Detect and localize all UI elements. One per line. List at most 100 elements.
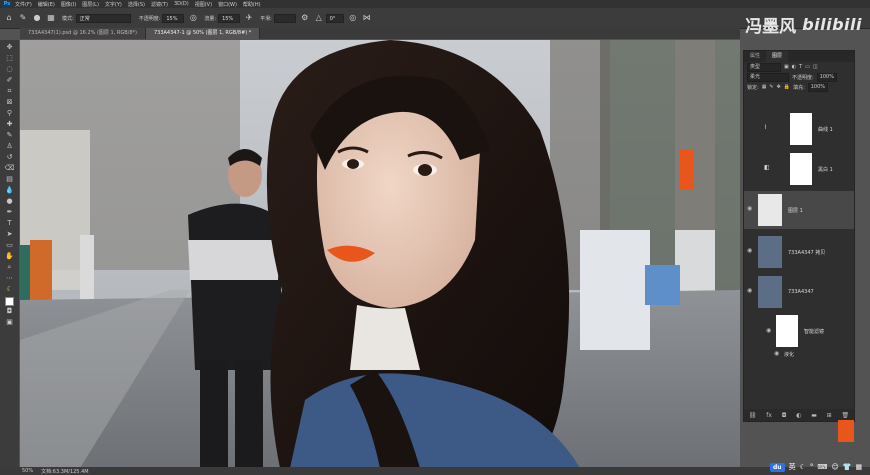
lock-all-icon[interactable]: 🔒 — [784, 84, 790, 90]
moon-icon[interactable]: ☾ — [800, 463, 806, 471]
layer-name[interactable]: 曲线 1 — [818, 126, 833, 133]
home-icon[interactable]: ⌂ — [4, 13, 14, 23]
foreground-color-swatch[interactable] — [5, 297, 14, 306]
filter-adjust-icon[interactable]: ◐ — [792, 64, 796, 70]
zoom-tool-icon[interactable]: ⌕ — [4, 262, 16, 272]
screen-mode-icon[interactable]: ▣ — [4, 317, 16, 327]
edit-toolbar-icon[interactable]: ⋯ — [4, 273, 16, 283]
mode-select[interactable]: 正常 — [75, 13, 131, 23]
frame-tool-icon[interactable]: ⊠ — [4, 97, 16, 107]
lock-pixels-icon[interactable]: ▦ — [762, 84, 767, 90]
lock-position-icon[interactable]: ✥ — [777, 84, 781, 90]
new-layer-icon[interactable]: ⊞ — [827, 412, 832, 419]
lasso-tool-icon[interactable]: ◌ — [4, 64, 16, 74]
path-select-tool-icon[interactable]: ➤ — [4, 229, 16, 239]
smoothing-settings-icon[interactable]: ⚙ — [300, 13, 310, 23]
layer-style-icon[interactable]: fx — [766, 412, 772, 419]
history-brush-tool-icon[interactable]: ↺ — [4, 152, 16, 162]
hand-tool-icon[interactable]: ✋ — [4, 251, 16, 261]
menu-window[interactable]: 窗口(W) — [218, 1, 237, 8]
new-adjustment-icon[interactable]: ◐ — [796, 412, 801, 419]
layer-name[interactable]: 733A4347 — [788, 289, 814, 295]
visibility-eye-icon[interactable]: ◉ — [747, 247, 752, 254]
menu-edit[interactable]: 编辑(E) — [38, 1, 55, 8]
flow-field[interactable]: 15% — [218, 13, 241, 23]
menu-file[interactable]: 文件(F) — [15, 1, 32, 8]
tab-layers[interactable]: 图层 — [766, 51, 789, 62]
menu-3d[interactable]: 3D(D) — [174, 1, 189, 7]
document-canvas[interactable] — [20, 40, 740, 468]
layer-black-white[interactable]: ◧ 黑白 1 — [744, 151, 854, 187]
quick-select-tool-icon[interactable]: ✐ — [4, 75, 16, 85]
menu-help[interactable]: 帮助(H) — [243, 1, 261, 8]
zoom-level[interactable]: 50% — [22, 468, 33, 474]
marquee-tool-icon[interactable]: ⬚ — [4, 53, 16, 63]
user-icon[interactable]: ☺ — [831, 463, 838, 471]
pressure-opacity-icon[interactable]: ◎ — [188, 13, 198, 23]
filter-smart-icon[interactable]: ◫ — [813, 64, 818, 70]
layer-name[interactable]: 液化 — [784, 351, 794, 358]
tab-document-2[interactable]: 733A4347-1 @ 50% (图层 1, RGB/8#) * — [145, 28, 261, 39]
symmetry-icon[interactable]: ⋈ — [362, 13, 372, 23]
lock-image-icon[interactable]: ✎ — [769, 84, 773, 90]
shape-tool-icon[interactable]: ▭ — [4, 240, 16, 250]
crop-tool-icon[interactable]: ⌗ — [4, 86, 16, 96]
delete-layer-icon[interactable]: 🗑 — [841, 412, 849, 419]
blur-tool-icon[interactable]: 💧 — [4, 185, 16, 195]
pressure-size-icon[interactable]: ◎ — [348, 13, 358, 23]
smart-filters-row[interactable]: ◉ 智能滤镜 — [744, 313, 854, 349]
tab-document-1[interactable]: 733A4347(1).psd @ 16.2% (图层 1, RGB/8*) — [20, 28, 146, 39]
add-mask-icon[interactable]: ◘ — [782, 412, 787, 419]
move-tool-icon[interactable]: ✥ — [4, 42, 16, 52]
filter-pixel-icon[interactable]: ▣ — [784, 64, 789, 70]
eyedropper-tool-icon[interactable]: ⚲ — [4, 108, 16, 118]
visibility-eye-icon[interactable]: ◉ — [774, 350, 779, 357]
menu-layer[interactable]: 图层(L) — [82, 1, 99, 8]
shirt-icon[interactable]: 👕 — [843, 463, 852, 471]
layer-mask-thumbnail[interactable] — [790, 153, 812, 185]
layer-1-selected[interactable]: ◉ 图层 1 — [744, 191, 854, 229]
link-layers-icon[interactable]: ⛓ — [749, 412, 757, 419]
layer-name[interactable]: 黑白 1 — [818, 166, 833, 173]
stamp-tool-icon[interactable]: ♙ — [4, 141, 16, 151]
menu-view[interactable]: 视图(V) — [195, 1, 212, 8]
menu-select[interactable]: 选择(S) — [128, 1, 145, 8]
quick-mask-icon[interactable]: ◘ — [4, 306, 16, 316]
layer-filter-select[interactable]: 类型 — [747, 62, 781, 72]
eraser-tool-icon[interactable]: ⌫ — [4, 163, 16, 173]
dodge-tool-icon[interactable]: ● — [4, 196, 16, 206]
visibility-eye-icon[interactable]: ◉ — [766, 327, 771, 334]
layer-name[interactable]: 智能滤镜 — [804, 328, 824, 335]
baidu-ime-icon[interactable]: du — [770, 462, 785, 472]
layer-name[interactable]: 图层 1 — [788, 207, 803, 214]
menu-image[interactable]: 图像(I) — [61, 1, 76, 8]
gradient-tool-icon[interactable]: ▤ — [4, 174, 16, 184]
ime-language[interactable]: 英 — [789, 462, 796, 472]
layer-mask-thumbnail[interactable] — [790, 113, 812, 145]
menu-filter[interactable]: 滤镜(T) — [151, 1, 168, 8]
layer-photo-copy[interactable]: ◉ 733A4347 拷贝 — [744, 233, 854, 271]
punctuation-icon[interactable]: ° — [810, 463, 814, 471]
pen-tool-icon[interactable]: ✒ — [4, 207, 16, 217]
visibility-eye-icon[interactable]: ◉ — [747, 205, 752, 212]
layer-photo[interactable]: ◉ 733A4347 — [744, 273, 854, 311]
blend-mode-select[interactable]: 柔光 — [747, 72, 789, 82]
layer-name[interactable]: 733A4347 拷贝 — [788, 249, 825, 256]
tab-properties[interactable]: 属性 — [744, 51, 766, 62]
brush-tool-icon[interactable]: ✎ — [4, 130, 16, 140]
filter-type-icon[interactable]: T — [799, 64, 802, 70]
airbrush-icon[interactable]: ✈ — [244, 13, 254, 23]
brush-icon[interactable]: ✎ — [18, 13, 28, 23]
brush-settings-icon[interactable]: ▦ — [46, 13, 56, 23]
keyboard-icon[interactable]: ⌨ — [817, 463, 827, 471]
menu-type[interactable]: 文字(Y) — [105, 1, 122, 8]
type-tool-icon[interactable]: T — [4, 218, 16, 228]
smart-filter-mask-thumbnail[interactable] — [776, 315, 798, 347]
filter-liquify-row[interactable]: ◉ 液化 — [744, 349, 854, 359]
fill-field[interactable]: 100% — [807, 82, 829, 92]
opacity-field[interactable]: 15% — [162, 13, 185, 23]
grid-icon[interactable]: ▦ — [856, 463, 863, 471]
healing-tool-icon[interactable]: ✚ — [4, 119, 16, 129]
filter-shape-icon[interactable]: ▭ — [805, 64, 810, 70]
brush-size-icon[interactable]: ● — [32, 13, 42, 23]
